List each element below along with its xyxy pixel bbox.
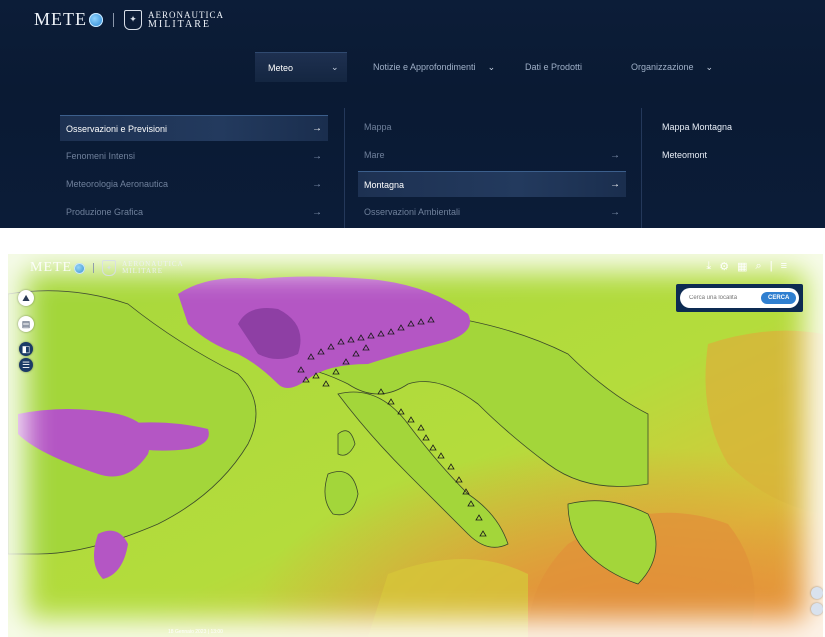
mega-menu-panel: METE ✦ AERONAUTICA MILITARE Meteo ⌄ Noti… [0,0,825,228]
menu-item-mappa-montagna[interactable]: Mappa Montagna [662,122,732,132]
map-timestamp: 18 Gennaio 2023 | 13:00 [168,629,223,635]
aeronautica-militare-logo: AERONAUTICA MILITARE [148,10,224,30]
location-search: CERCA [676,284,803,312]
menu-item-produzione-grafica[interactable]: Produzione Grafica → [60,199,328,225]
menu-item-fenomeni-intensi[interactable]: Fenomeni Intensi → [60,143,328,169]
panel-toggle-icon[interactable]: ◧ [19,342,33,356]
arrow-right-icon: → [610,206,620,218]
menu-item-mappa[interactable]: Mappa [358,114,626,140]
nav-item-label: Organizzazione [631,62,694,72]
map-site-logo[interactable]: METE ✦ AERONAUTICA MILITARE [30,260,184,276]
arrow-right-icon: → [312,178,322,190]
search-button[interactable]: CERCA [761,292,797,304]
legend-icon[interactable]: ▤ [18,316,34,332]
menu-item-meteomont[interactable]: Meteomont [662,150,707,160]
menu-item-label: Montagna [364,179,405,190]
crest-icon: ✦ [124,9,142,30]
menu-column-divider [344,108,345,228]
layers-icon[interactable]: ▦ [737,260,747,273]
menu-column-divider [641,108,642,228]
menu-item-label: Meteorologia Aeronautica [66,179,169,189]
zoom-in-button[interactable] [811,587,823,599]
menu-item-label: Fenomeni Intensi [66,151,136,161]
download-icon[interactable]: ⤓ [706,260,711,273]
brand-name: METE [34,9,87,29]
logo-divider [93,263,95,273]
menu-item-label: Mappa [364,122,392,132]
divider-icon: | [769,260,773,272]
brand-name: METE [30,260,73,275]
zoom-out-button[interactable] [811,603,823,615]
globe-icon [74,262,86,274]
search-input[interactable] [687,294,761,302]
search-icon[interactable]: ⌕ [756,260,762,273]
menu-item-label: Osservazioni e Previsioni [66,123,168,134]
menu-icon[interactable]: ≡ [781,260,787,273]
weather-map[interactable]: METE ✦ AERONAUTICA MILITARE ⤓ ⚙ ▦ ⌕ | ≡ … [8,254,823,637]
chevron-down-icon: ⌄ [331,62,339,72]
arrow-right-icon: → [312,150,322,162]
logo-divider [113,12,114,27]
map-toolbar: ⤓ ⚙ ▦ ⌕ | ≡ [706,260,787,273]
crest-icon: ✦ [102,260,117,276]
arrow-right-icon: → [312,123,322,134]
menu-item-osservazioni-previsioni[interactable]: Osservazioni e Previsioni → [60,115,328,141]
nav-item-organizzazione[interactable]: Organizzazione ⌄ [631,52,713,82]
am-line2: MILITARE [122,267,163,275]
nav-item-notizie[interactable]: Notizie e Approfondimenti ⌄ [373,52,495,82]
gear-icon[interactable]: ⚙ [719,260,729,273]
am-line2: MILITARE [148,18,211,30]
menu-item-label: Mare [364,150,385,160]
menu-item-montagna[interactable]: Montagna → [358,171,626,197]
menu-item-label: Produzione Grafica [66,207,144,217]
chevron-down-icon: ⌄ [487,61,496,72]
arrow-right-icon: → [312,206,322,218]
nav-item-dati-prodotti[interactable]: Dati e Prodotti [525,52,582,82]
search-field-wrapper: CERCA [680,288,799,308]
nav-item-label: Meteo [268,62,294,73]
list-icon[interactable]: ☰ [19,358,33,372]
nav-item-label: Notizie e Approfondimenti [373,62,476,72]
nav-item-meteo[interactable]: Meteo ⌄ [255,52,347,82]
aeronautica-militare-logo: AERONAUTICA MILITARE [122,261,184,275]
menu-item-meteorologia-aeronautica[interactable]: Meteorologia Aeronautica → [60,171,328,197]
nav-item-label: Dati e Prodotti [525,62,583,72]
chevron-down-icon: ⌄ [705,61,714,72]
main-nav: Meteo ⌄ Notizie e Approfondimenti ⌄ Dati… [0,52,825,84]
globe-icon [89,12,103,27]
arrow-right-icon: → [610,179,620,190]
hiker-icon[interactable]: ⛰ [18,290,34,306]
menu-item-osservazioni-ambientali[interactable]: Osservazioni Ambientali → [358,199,626,225]
site-logo[interactable]: METE ✦ AERONAUTICA MILITARE [34,9,224,30]
menu-item-mare[interactable]: Mare → [358,142,626,168]
arrow-right-icon: → [610,149,620,161]
menu-item-label: Osservazioni Ambientali [364,207,461,217]
